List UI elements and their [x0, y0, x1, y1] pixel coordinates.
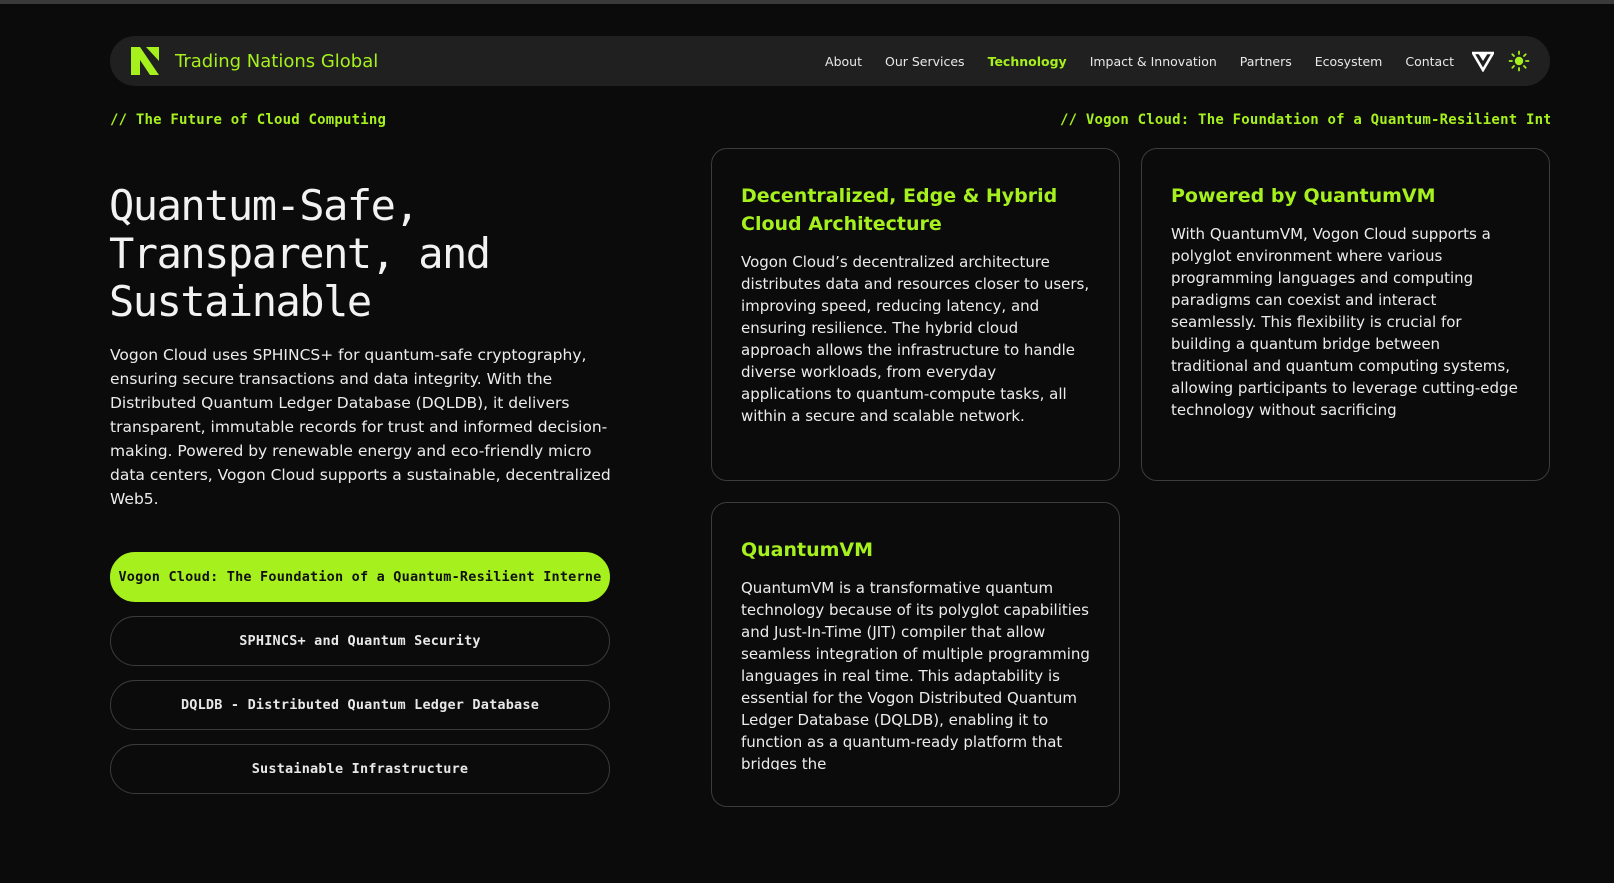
- brand-name[interactable]: Trading Nations Global: [175, 51, 378, 72]
- card-body-clip: With QuantumVM, Vogon Cloud supports a p…: [1171, 210, 1520, 430]
- section-eyebrow-left: // The Future of Cloud Computing: [110, 112, 387, 128]
- sun-icon[interactable]: [1508, 50, 1530, 72]
- nav-link-impact-innovation[interactable]: Impact & Innovation: [1090, 54, 1217, 69]
- hero-description: Vogon Cloud uses SPHINCS+ for quantum-sa…: [110, 346, 611, 508]
- card-body: QuantumVM is a transformative quantum te…: [741, 579, 1090, 770]
- nav-link-partners[interactable]: Partners: [1240, 54, 1292, 69]
- n-logo-icon[interactable]: [129, 45, 161, 77]
- window-top-border: [0, 0, 1614, 4]
- card-body-clip: QuantumVM is a transformative quantum te…: [741, 564, 1090, 770]
- card-quantumvm: QuantumVM QuantumVM is a transformative …: [711, 502, 1120, 807]
- top-navbar: Trading Nations Global About Our Service…: [110, 36, 1550, 86]
- nav-links: About Our Services Technology Impact & I…: [825, 54, 1454, 69]
- nav-icons: [1472, 50, 1530, 72]
- card-powered-by-quantumvm: Powered by QuantumVM With QuantumVM, Vog…: [1141, 148, 1550, 481]
- card-body: With QuantumVM, Vogon Cloud supports a p…: [1171, 225, 1518, 419]
- card-body: Vogon Cloud’s decentralized architecture…: [741, 253, 1090, 425]
- triangle-logo-icon[interactable]: [1472, 50, 1494, 72]
- card-title: QuantumVM: [741, 539, 874, 561]
- card-title: Powered by QuantumVM: [1171, 185, 1436, 207]
- topic-button-vogon-cloud[interactable]: Vogon Cloud: The Foundation of a Quantum…: [110, 552, 610, 602]
- topic-button-dqldb[interactable]: DQLDB - Distributed Quantum Ledger Datab…: [110, 680, 610, 730]
- nav-link-our-services[interactable]: Our Services: [885, 54, 965, 69]
- section-eyebrow-right: // Vogon Cloud: The Foundation of a Quan…: [1060, 112, 1550, 128]
- topic-button-sustainable-infrastructure[interactable]: Sustainable Infrastructure: [110, 744, 610, 794]
- nav-link-technology[interactable]: Technology: [988, 54, 1067, 69]
- nav-link-ecosystem[interactable]: Ecosystem: [1315, 54, 1383, 69]
- card-decentralized-cloud: Decentralized, Edge & Hybrid Cloud Archi…: [711, 148, 1120, 481]
- card-title: Decentralized, Edge & Hybrid Cloud Archi…: [741, 185, 1058, 235]
- hero-title: Quantum-Safe, Transparent, and Sustainab…: [109, 181, 491, 326]
- nav-link-contact[interactable]: Contact: [1405, 54, 1454, 69]
- nav-link-about[interactable]: About: [825, 54, 862, 69]
- topic-button-sphincs[interactable]: SPHINCS+ and Quantum Security: [110, 616, 610, 666]
